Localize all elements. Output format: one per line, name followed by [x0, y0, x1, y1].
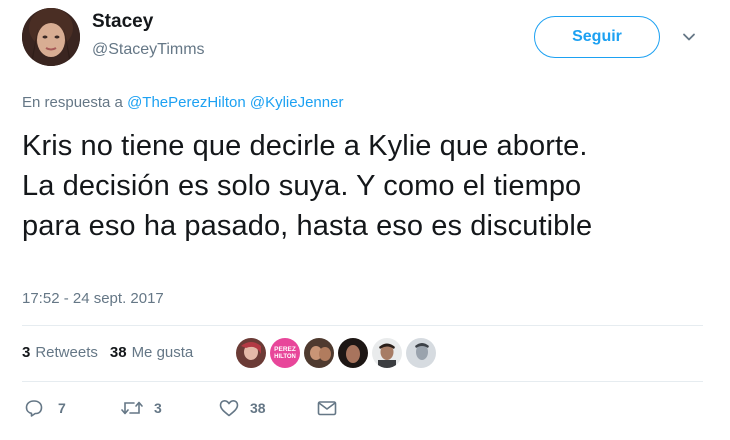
direct-message-action[interactable] — [316, 398, 338, 418]
retweets-count: 3 — [22, 344, 31, 361]
like-count: 38 — [250, 400, 266, 416]
svg-text:HILTON: HILTON — [274, 354, 296, 360]
reply-action[interactable]: 7 — [24, 398, 66, 418]
timestamp[interactable]: 17:52 - 24 sept. 2017 — [22, 290, 164, 307]
heart-icon — [218, 398, 240, 418]
reply-mentions[interactable]: @ThePerezHilton @KylieJenner — [127, 94, 343, 111]
likes-stat[interactable]: 38 Me gusta — [110, 344, 193, 361]
chevron-down-icon[interactable] — [680, 28, 698, 46]
retweet-action[interactable]: 3 — [120, 398, 162, 418]
engagement-stats: 3 Retweets 38 Me gusta — [22, 344, 205, 361]
avatar[interactable] — [22, 8, 80, 66]
retweets-label: Retweets — [35, 344, 98, 361]
user-name[interactable]: Stacey — [92, 11, 153, 33]
liker-avatars: PEREZ HILTON — [236, 338, 440, 368]
likes-label: Me gusta — [131, 344, 194, 361]
follow-button[interactable]: Seguir — [534, 16, 660, 58]
liker-avatar[interactable]: PEREZ HILTON — [270, 338, 300, 368]
divider-top — [22, 325, 703, 326]
tweet-text: Kris no tiene que decirle a Kylie que ab… — [22, 130, 593, 242]
reply-context: En respuesta a @ThePerezHilton @KylieJen… — [22, 94, 343, 111]
tweet-card: Stacey @StaceyTimms Seguir En respuesta … — [0, 0, 730, 440]
reply-icon — [24, 398, 44, 418]
liker-avatar[interactable] — [236, 338, 266, 368]
retweet-count: 3 — [154, 400, 162, 416]
svg-text:PEREZ: PEREZ — [274, 346, 296, 353]
retweet-icon — [120, 398, 144, 418]
user-handle[interactable]: @StaceyTimms — [92, 41, 205, 59]
envelope-icon — [316, 398, 338, 418]
likes-count: 38 — [109, 344, 127, 361]
divider-bottom — [22, 381, 703, 382]
reply-prefix: En respuesta a — [22, 94, 123, 111]
liker-avatar[interactable] — [406, 338, 436, 368]
liker-avatar[interactable] — [304, 338, 334, 368]
reply-count: 7 — [58, 400, 66, 416]
retweets-stat[interactable]: 3 Retweets — [22, 344, 98, 361]
liker-avatar[interactable] — [338, 338, 368, 368]
like-action[interactable]: 38 — [218, 398, 266, 418]
liker-avatar[interactable] — [372, 338, 402, 368]
